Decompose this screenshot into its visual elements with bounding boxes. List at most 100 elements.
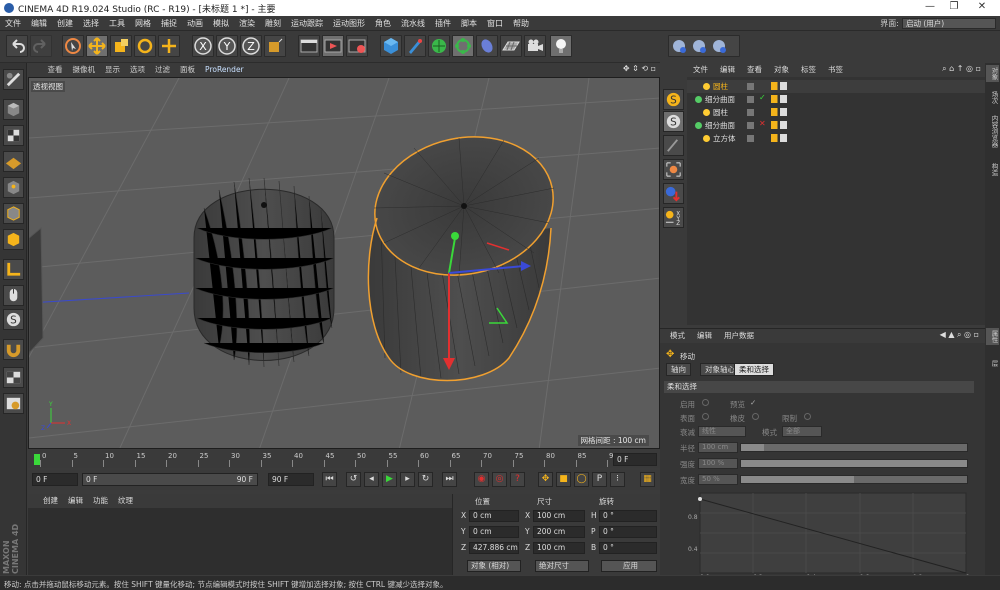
menu-item[interactable]: 创建: [52, 16, 78, 29]
menu-item[interactable]: 帮助: [508, 16, 534, 29]
radius-field[interactable]: 100 cm: [698, 442, 738, 453]
sculpt-brush-icon[interactable]: [663, 135, 684, 156]
material-menu-item[interactable]: 纹理: [113, 494, 138, 507]
viewport-menu-item[interactable]: 过滤: [150, 63, 175, 76]
strength-slider[interactable]: [740, 459, 968, 468]
autokey-icon[interactable]: ◎: [492, 472, 507, 487]
coord-value-field[interactable]: 427.886 cm: [469, 542, 519, 554]
key-scale-icon[interactable]: ■: [556, 472, 571, 487]
menu-item[interactable]: 文件: [0, 16, 26, 29]
viewport-nav-icons[interactable]: ✥ ⇕ ⟲ ▫: [623, 64, 656, 73]
enable-check-icon[interactable]: ✓: [759, 93, 766, 102]
tab-axis[interactable]: 轴向: [666, 363, 691, 376]
go-to-end-icon[interactable]: ⏭: [442, 472, 457, 487]
deformer-icon[interactable]: [476, 35, 498, 57]
make-editable-icon[interactable]: [3, 69, 24, 90]
object-row[interactable]: 细分曲面 ✓: [687, 93, 985, 106]
scale-tool-icon[interactable]: [110, 35, 132, 57]
snap-icon[interactable]: S: [3, 309, 24, 330]
viewport-menu-item[interactable]: 摄像机: [68, 63, 101, 76]
object-menu-item[interactable]: 对象: [768, 63, 795, 76]
start-frame-field[interactable]: 0 F: [32, 473, 78, 486]
vertical-tab[interactable]: 内容浏览器: [986, 113, 999, 150]
target-icon[interactable]: [663, 159, 684, 180]
object-menu-item[interactable]: 查看: [741, 63, 768, 76]
key-point-level-icon[interactable]: ⁝: [610, 472, 625, 487]
timeline-ruler[interactable]: 051015202530354045505560657075808590 0 F: [28, 450, 660, 468]
menu-item[interactable]: 角色: [370, 16, 396, 29]
go-to-start-icon[interactable]: ⏮: [322, 472, 337, 487]
material-menu-item[interactable]: 功能: [88, 494, 113, 507]
visibility-toggle-icon[interactable]: [747, 122, 754, 129]
frame-range-slider[interactable]: 0 F 90 F: [82, 473, 258, 486]
menu-item[interactable]: 脚本: [456, 16, 482, 29]
enable-check-icon[interactable]: ✕: [759, 119, 766, 128]
key-position-icon[interactable]: ✥: [538, 472, 553, 487]
object-tag-icon[interactable]: [771, 82, 787, 90]
object-row[interactable]: 细分曲面 ✕: [687, 119, 985, 132]
render-settings-icon[interactable]: [346, 35, 368, 57]
undo-button[interactable]: [6, 35, 28, 57]
minimize-button[interactable]: —: [920, 1, 940, 12]
viewport-menu-item[interactable]: 面板: [175, 63, 200, 76]
move-tool-icon[interactable]: [86, 35, 108, 57]
falloff-dropdown[interactable]: 线性: [698, 426, 746, 437]
object-row[interactable]: 圆柱: [687, 80, 985, 93]
coord-value-field[interactable]: 200 cm: [533, 526, 585, 538]
redo-button[interactable]: [30, 35, 52, 57]
visibility-toggle-icon[interactable]: [747, 135, 754, 142]
next-key-icon[interactable]: ↻: [418, 472, 433, 487]
object-menu-item[interactable]: 文件: [687, 63, 714, 76]
menu-item[interactable]: 编辑: [26, 16, 52, 29]
viewport-menu-item[interactable]: ProRender: [200, 64, 249, 75]
current-frame-field[interactable]: 0 F: [613, 453, 657, 466]
menu-item[interactable]: 流水线: [396, 16, 430, 29]
mode-dropdown[interactable]: 全部: [782, 426, 822, 437]
vertical-tab[interactable]: 层: [986, 358, 999, 369]
menu-item[interactable]: 工具: [104, 16, 130, 29]
render-to-picture-viewer-icon[interactable]: [322, 35, 344, 57]
vertical-tab[interactable]: 属性: [986, 328, 999, 345]
width-field[interactable]: 50 %: [698, 474, 738, 485]
edges-mode-icon[interactable]: [3, 203, 24, 224]
menu-item[interactable]: 网格: [130, 16, 156, 29]
visibility-toggle-icon[interactable]: [747, 96, 754, 103]
texture-mode-icon[interactable]: [3, 125, 24, 146]
viewport-menu-item[interactable]: 查看: [43, 63, 68, 76]
strength-field[interactable]: 100 %: [698, 458, 738, 469]
visibility-toggle-icon[interactable]: [747, 83, 754, 90]
material-balls-icon[interactable]: [663, 183, 684, 204]
tab-soft-selection[interactable]: 柔和选择: [734, 363, 774, 376]
array-generator-icon[interactable]: [452, 35, 474, 57]
menu-item[interactable]: 插件: [430, 16, 456, 29]
preview-checkbox[interactable]: ✓: [750, 398, 756, 407]
z-axis-lock-icon[interactable]: Z: [240, 35, 262, 57]
coordinate-mode-dropdown[interactable]: 对象 (相对): [467, 560, 521, 572]
end-frame-field[interactable]: 90 F: [268, 473, 314, 486]
render-view-icon[interactable]: [298, 35, 320, 57]
light-object-icon[interactable]: [550, 35, 572, 57]
object-manager-nav-icons[interactable]: ⌕ ⌂ ↑ ◎ ▫: [942, 64, 981, 74]
attribute-menu-item[interactable]: 模式: [664, 329, 691, 342]
coord-value-field[interactable]: 0 cm: [469, 526, 519, 538]
material-menu-item[interactable]: 编辑: [63, 494, 88, 507]
magnet-snap-icon[interactable]: [3, 339, 24, 360]
menu-item[interactable]: 运动图形: [328, 16, 370, 29]
floor-object-icon[interactable]: [500, 35, 522, 57]
menu-item[interactable]: 选择: [78, 16, 104, 29]
coord-value-field[interactable]: 0 °: [599, 510, 657, 522]
width-slider[interactable]: [740, 475, 968, 484]
camera-object-icon[interactable]: [524, 35, 546, 57]
snapping-presets-icon[interactable]: [668, 35, 740, 57]
cube-object-icon[interactable]: [380, 35, 402, 57]
model-mode-icon[interactable]: [3, 99, 24, 120]
keyframe-selection-icon[interactable]: ?: [510, 472, 525, 487]
rubber-toggle[interactable]: [752, 413, 759, 420]
maximize-button[interactable]: ❐: [944, 1, 964, 12]
live-select-icon[interactable]: [62, 35, 84, 57]
material-menu-item[interactable]: 创建: [38, 494, 63, 507]
menu-item[interactable]: 捕捉: [156, 16, 182, 29]
object-row[interactable]: 立方体: [687, 132, 985, 145]
object-tag-icon[interactable]: [771, 108, 787, 116]
object-tag-icon[interactable]: [771, 95, 787, 103]
